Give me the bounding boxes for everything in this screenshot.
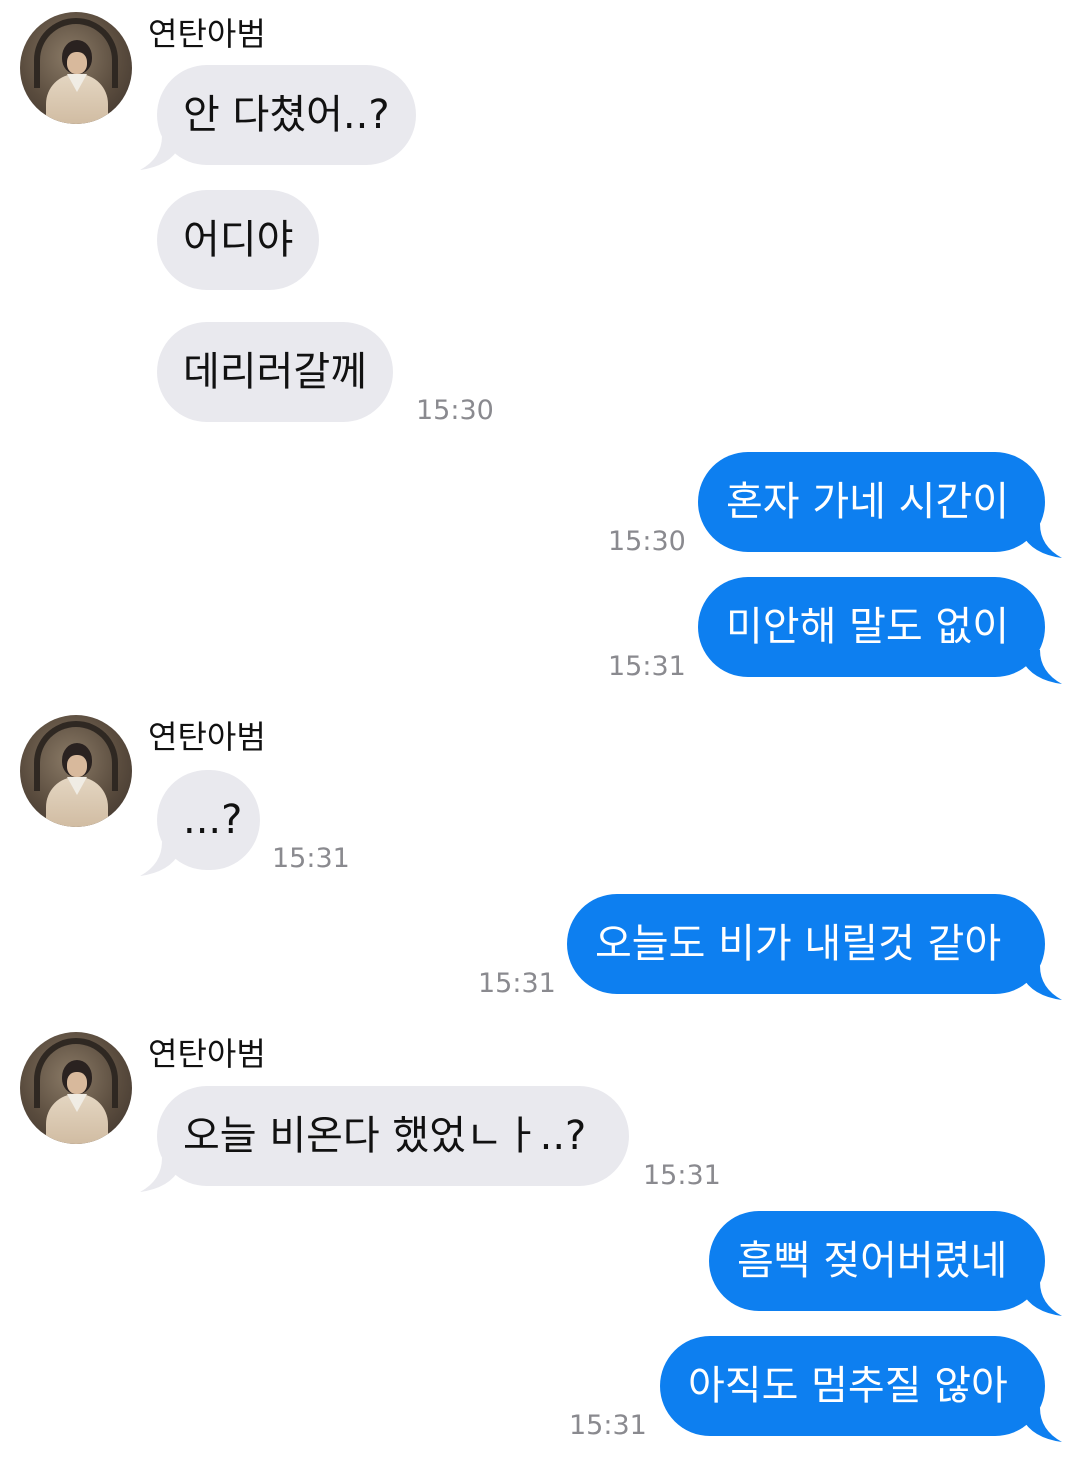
message-timestamp: 15:31 — [569, 1410, 647, 1441]
sender-name: 연탄아범 — [148, 15, 266, 53]
message-bubble-incoming[interactable]: 안 다쳤어..? — [157, 65, 416, 165]
message-bubble-incoming[interactable]: ...? — [157, 770, 260, 870]
avatar[interactable] — [20, 715, 132, 827]
message-bubble-incoming[interactable]: 어디야 — [157, 190, 320, 290]
message-timestamp: 15:30 — [608, 526, 686, 557]
message-timestamp: 15:31 — [478, 968, 556, 999]
message-bubble-outgoing[interactable]: 혼자 가네 시간이 — [698, 452, 1045, 552]
avatar[interactable] — [20, 12, 132, 124]
message-bubble-outgoing[interactable]: 미안해 말도 없이 — [698, 577, 1045, 677]
avatar[interactable] — [20, 1032, 132, 1144]
sender-name: 연탄아범 — [148, 718, 266, 756]
message-timestamp: 15:31 — [643, 1160, 721, 1191]
message-timestamp: 15:31 — [272, 843, 350, 874]
chat-screen: 연탄아범 안 다쳤어..? 어디야 데리러갈께 15:30 혼자 가네 시간이 … — [0, 0, 1080, 1462]
message-bubble-incoming[interactable]: 오늘 비온다 했었ㄴㅏ..? — [157, 1086, 629, 1186]
sender-name: 연탄아범 — [148, 1035, 266, 1073]
message-bubble-outgoing[interactable]: 아직도 멈추질 않아 — [660, 1336, 1045, 1436]
message-bubble-incoming[interactable]: 데리러갈께 — [157, 322, 393, 422]
message-timestamp: 15:31 — [608, 651, 686, 682]
message-bubble-outgoing[interactable]: 흠뻑 젖어버렸네 — [709, 1211, 1045, 1311]
message-timestamp: 15:30 — [416, 395, 494, 426]
message-bubble-outgoing[interactable]: 오늘도 비가 내릴것 같아 — [567, 894, 1045, 994]
